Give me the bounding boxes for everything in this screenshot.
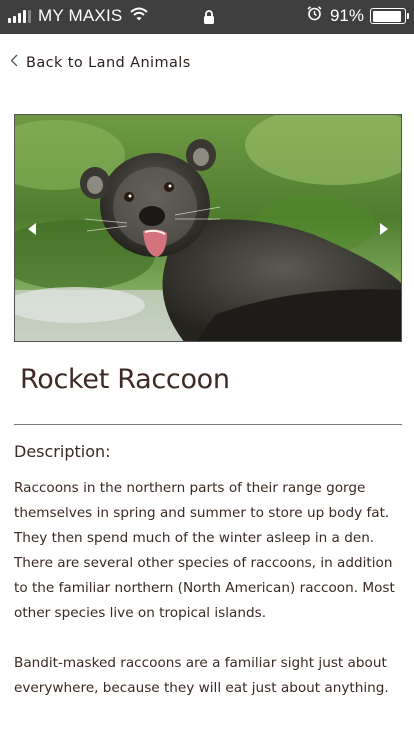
alarm-clock-icon	[307, 6, 322, 26]
back-to-land-animals-link[interactable]: Back to Land Animals	[10, 54, 191, 71]
animal-image-carousel[interactable]	[14, 114, 402, 342]
description-body: Raccoons in the northern parts of their …	[14, 476, 406, 701]
status-right: 91%	[307, 6, 409, 26]
status-left: MY MAXIS	[8, 6, 149, 26]
battery-percent: 91%	[329, 6, 364, 25]
carrier-name: MY MAXIS	[38, 6, 123, 25]
back-link-label: Back to Land Animals	[26, 54, 191, 71]
carousel-next-button[interactable]	[377, 219, 391, 239]
animal-title: Rocket Raccoon	[20, 364, 230, 395]
arrow-right-icon	[380, 223, 388, 235]
battery-icon	[370, 8, 409, 24]
battery-fill	[372, 10, 401, 22]
wifi-icon	[130, 6, 149, 26]
signal-bars-icon	[8, 9, 33, 23]
description-label: Description:	[14, 442, 111, 461]
carousel-prev-button[interactable]	[25, 219, 39, 239]
status-bar: MY MAXIS 91%	[0, 0, 414, 34]
lock-icon	[203, 9, 215, 29]
description-paragraph: Raccoons in the northern parts of their …	[14, 480, 395, 621]
description-paragraph: Bandit-masked raccoons are a familiar si…	[14, 655, 389, 696]
arrow-left-icon	[28, 223, 36, 235]
chevron-left-icon	[10, 54, 18, 71]
title-divider	[14, 424, 402, 425]
animal-photo	[15, 115, 401, 341]
